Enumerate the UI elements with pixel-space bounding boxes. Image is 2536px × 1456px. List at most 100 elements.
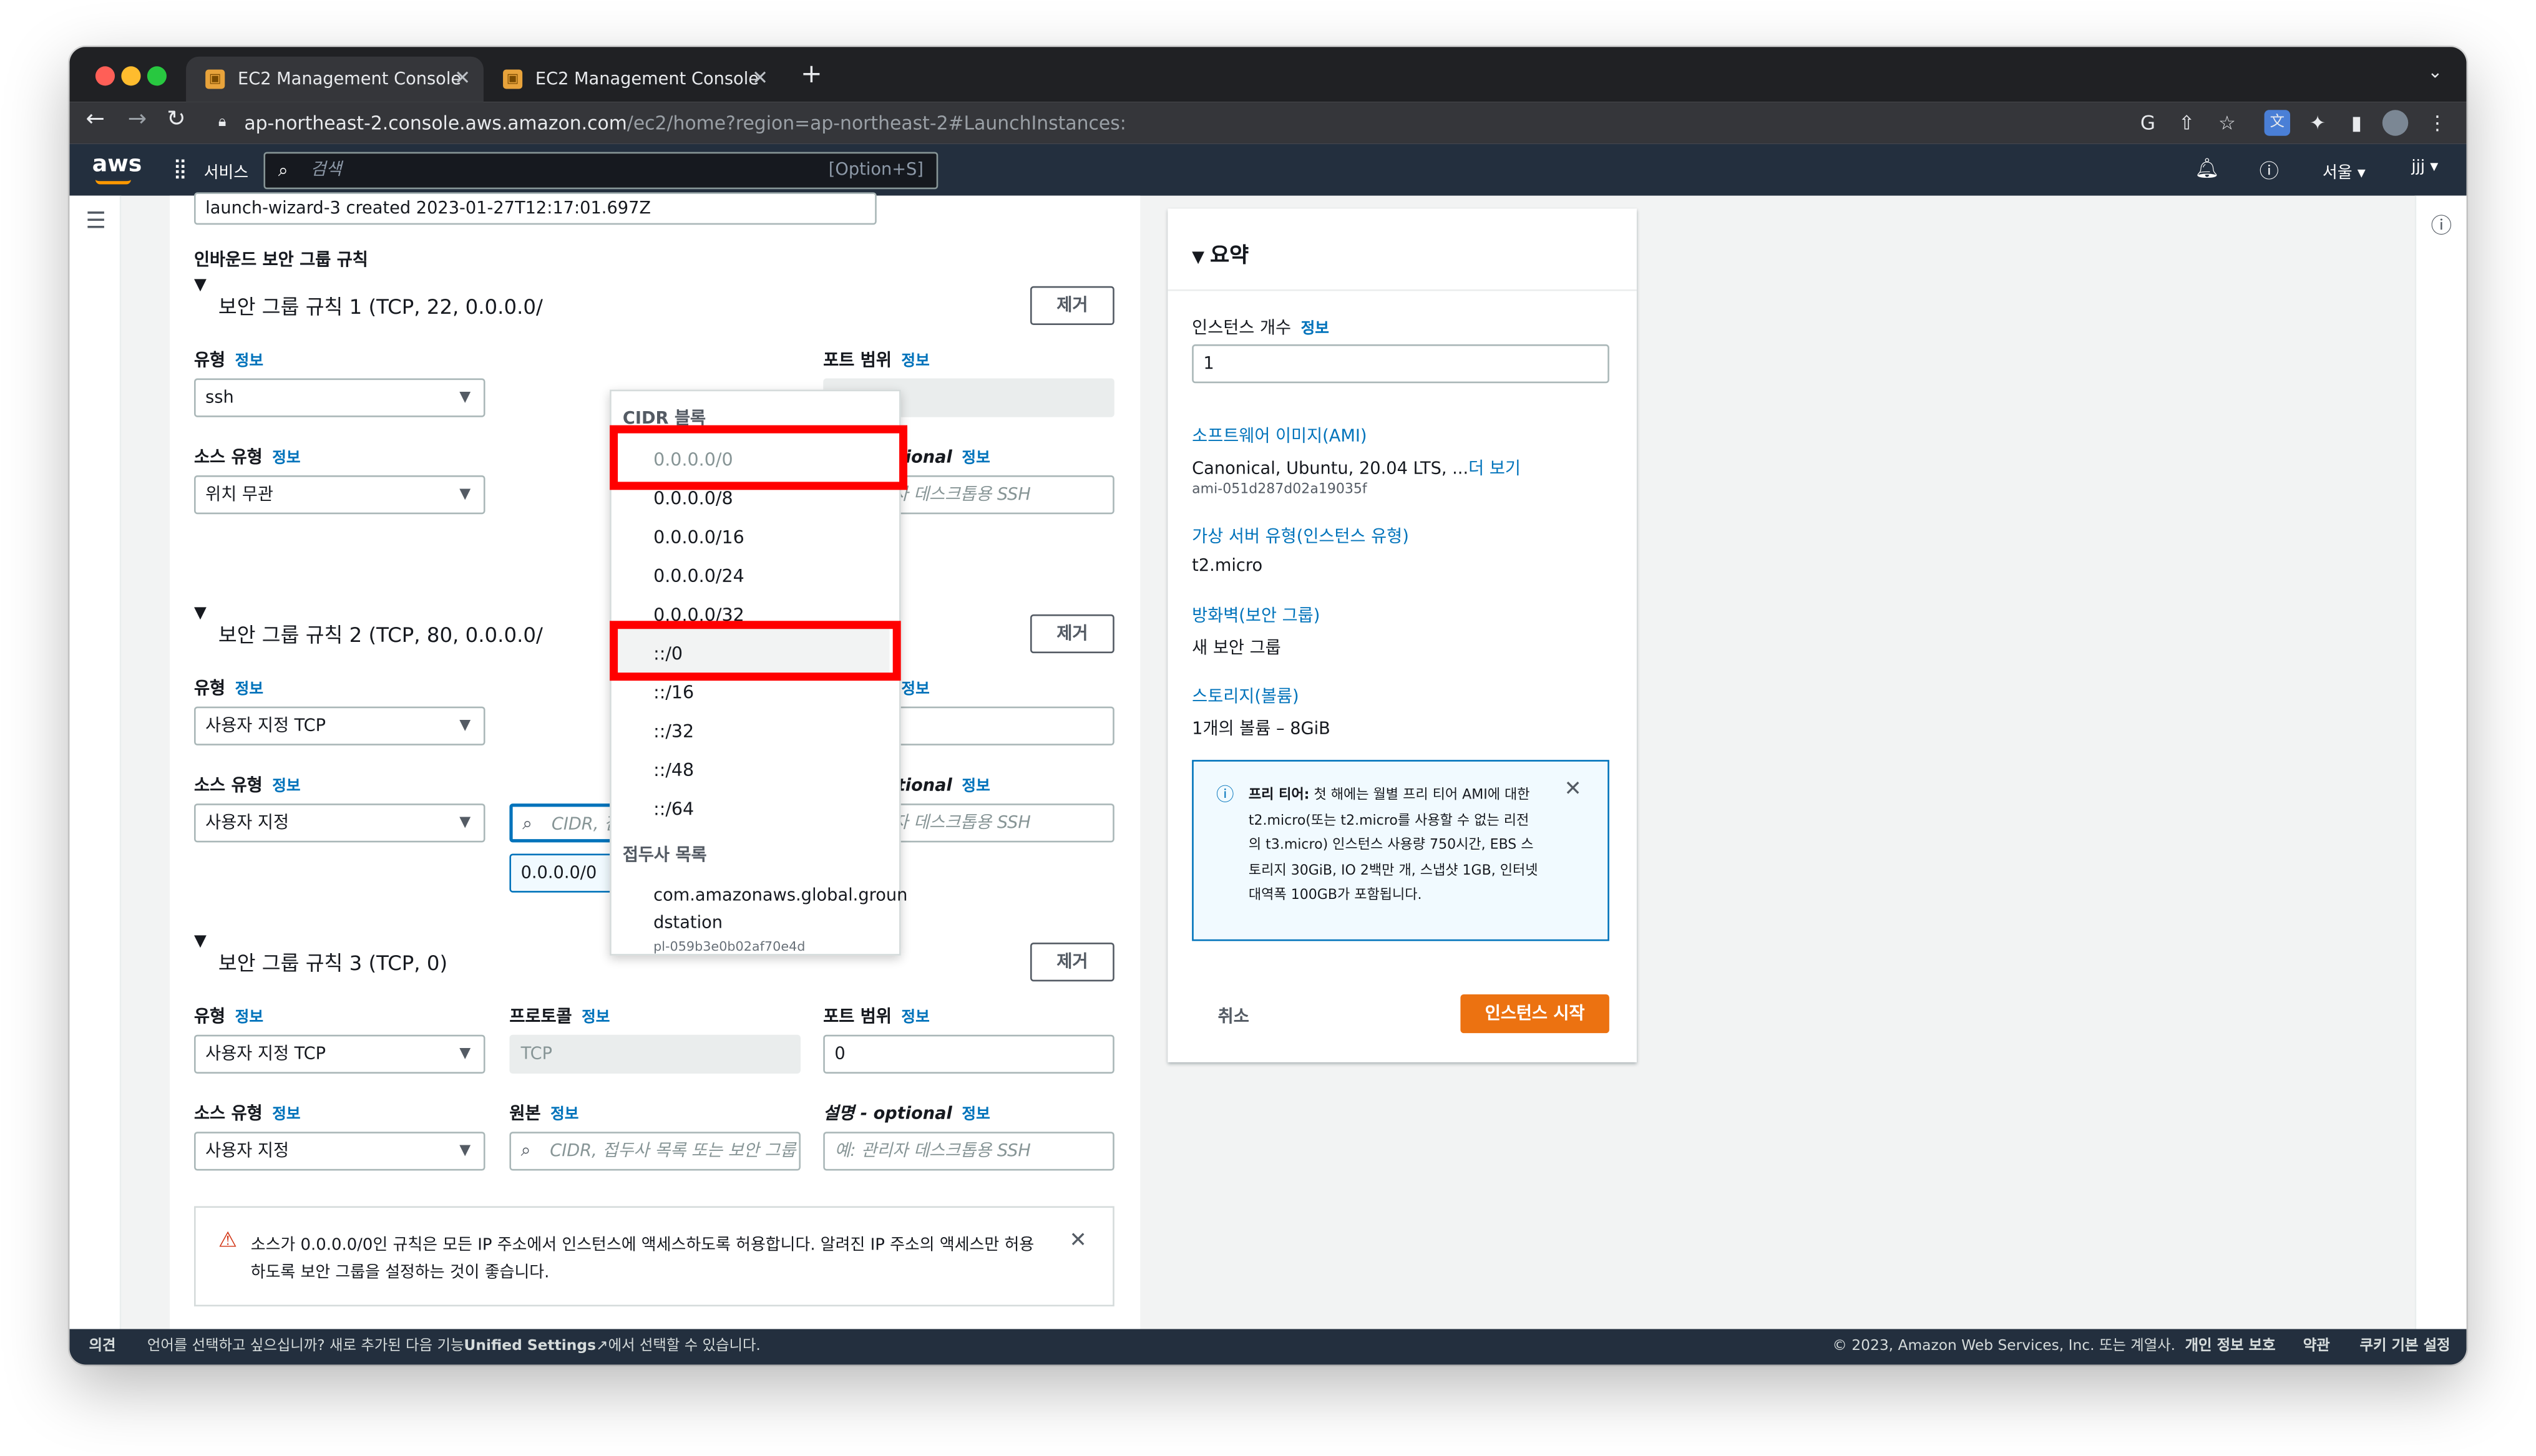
rule-3-source-input[interactable]: ⌕ CIDR, 접두사 목록 또는 보안 그룹 <box>509 1132 801 1171</box>
info-link[interactable]: 정보 <box>272 778 300 796</box>
bookmark-star-icon[interactable]: ☆ <box>2214 110 2240 135</box>
help-icon[interactable]: ⓘ <box>2260 157 2279 184</box>
browser-menu-icon[interactable]: ⋮ <box>2424 110 2450 135</box>
tab-search-chevron-icon[interactable]: ⌄ <box>2427 61 2442 82</box>
forward-arrow-icon[interactable]: → <box>128 107 147 132</box>
rule-3-source-type-select[interactable]: 사용자 지정 ▼ <box>194 1132 485 1171</box>
extensions-puzzle-icon[interactable]: ✦ <box>2304 110 2330 135</box>
info-link[interactable]: 정보 <box>235 681 263 699</box>
cookie-preferences-link[interactable]: 쿠키 기본 설정 <box>2359 1329 2450 1364</box>
unified-settings-link[interactable]: Unified Settings <box>464 1339 596 1355</box>
profile-avatar[interactable] <box>2382 110 2409 136</box>
close-window-button[interactable] <box>95 66 115 86</box>
collapse-caret-icon[interactable]: ▼ <box>194 604 207 623</box>
cidr-option[interactable]: ::/64 <box>653 798 694 820</box>
more-link[interactable]: 더 보기 <box>1468 459 1521 478</box>
rule-1-source-type-select[interactable]: 위치 무관 ▼ <box>194 475 485 515</box>
rule-3-port-input[interactable]: 0 <box>823 1034 1114 1074</box>
global-search-input[interactable]: ⌕ 검색 [Option+S] <box>263 152 939 190</box>
info-link[interactable]: 정보 <box>962 778 990 796</box>
info-link[interactable]: 정보 <box>235 352 263 371</box>
services-grid-icon[interactable]: ⣿ <box>173 157 187 179</box>
notifications-bell-icon[interactable]: 🔔︎ <box>2195 157 2219 179</box>
services-menu[interactable]: 서비스 <box>204 158 249 183</box>
cidr-option[interactable]: ::/16 <box>653 682 694 704</box>
google-g-icon[interactable]: G <box>2135 110 2160 135</box>
rule-3-description-input[interactable]: 예: 관리자 데스크톱용 SSH <box>823 1132 1114 1171</box>
privacy-link[interactable]: 개인 정보 보호 <box>2185 1329 2276 1364</box>
info-link[interactable]: 정보 <box>962 1106 990 1124</box>
rule-1-type-select[interactable]: ssh ▼ <box>194 378 485 417</box>
firewall-link[interactable]: 방화벽(보안 그룹) <box>1192 603 1320 628</box>
feedback-link[interactable]: 의견 <box>89 1329 116 1364</box>
close-tab-icon[interactable]: ✕ <box>752 66 768 89</box>
reload-icon[interactable]: ↻ <box>167 107 185 132</box>
translate-extension-icon[interactable]: 文 <box>2264 110 2291 136</box>
hamburger-menu-icon[interactable]: ☰ <box>85 208 106 234</box>
cancel-button[interactable]: 취소 <box>1218 1004 1249 1029</box>
rule-2-type-select[interactable]: 사용자 지정 TCP ▼ <box>194 706 485 745</box>
info-link[interactable]: 정보 <box>901 352 929 371</box>
rule-3-title: 보안 그룹 규칙 3 (TCP, 0) <box>218 950 448 975</box>
info-link[interactable]: 정보 <box>272 1106 300 1124</box>
search-icon: ⌕ <box>278 160 288 182</box>
dismiss-alert-icon[interactable]: ✕ <box>1564 778 1582 802</box>
info-panel-icon[interactable]: ⓘ <box>2431 208 2452 240</box>
cidr-option[interactable]: ::/48 <box>653 760 694 781</box>
share-icon[interactable]: ⇧ <box>2173 110 2199 135</box>
info-link[interactable]: 정보 <box>901 1009 929 1027</box>
dismiss-warning-icon[interactable]: ✕ <box>1069 1229 1086 1253</box>
close-tab-icon[interactable]: ✕ <box>454 66 471 89</box>
selected-value: 위치 무관 <box>205 485 273 505</box>
free-tier-line-3: 의 t3.micro) 인스턴스 사용량 750시간, EBS 스 <box>1248 837 1534 854</box>
instance-count-input[interactable]: 1 <box>1192 344 1609 384</box>
browser-tab[interactable]: ▣ EC2 Management Console ✕ <box>484 57 781 102</box>
instance-type-link[interactable]: 가상 서버 유형(인스턴스 유형) <box>1192 524 1409 548</box>
remove-rule-2-button[interactable]: 제거 <box>1030 614 1114 654</box>
info-link[interactable]: 정보 <box>901 681 929 699</box>
info-link[interactable]: 정보 <box>550 1106 578 1124</box>
source-type-label: 소스 유형 <box>194 1104 263 1124</box>
inbound-rules-heading: 인바운드 보안 그룹 규칙 <box>194 250 368 270</box>
back-arrow-icon[interactable]: ← <box>85 107 104 132</box>
rule-2-source-type-select[interactable]: 사용자 지정 ▼ <box>194 803 485 843</box>
aws-logo[interactable]: aws <box>92 152 142 178</box>
ami-link[interactable]: 소프트웨어 이미지(AMI) <box>1192 424 1367 448</box>
sg-description-input[interactable]: launch-wizard-3 created 2023-01-27T12:17… <box>194 192 877 225</box>
minimize-window-button[interactable] <box>121 66 141 86</box>
rule-3-type-select[interactable]: 사용자 지정 TCP ▼ <box>194 1034 485 1074</box>
selected-value: 사용자 지정 <box>205 1141 290 1161</box>
maximize-window-button[interactable] <box>147 66 167 86</box>
launch-instance-button[interactable]: 인스턴스 시작 <box>1460 994 1609 1034</box>
url-field[interactable]: 🔒︎ ap-northeast-2.console.aws.amazon.com… <box>212 107 2161 139</box>
prefix-list-option[interactable]: com.amazonaws.global.groun <box>653 886 907 905</box>
region-selector[interactable]: 서울 ▾ <box>2323 158 2366 183</box>
summary-header[interactable]: ▼ 요약 <box>1192 238 1249 268</box>
summary-panel: ▼ 요약 인스턴스 개수 정보 1 소프트웨어 이미지(AMI) Canonica… <box>1168 208 1637 1062</box>
info-link[interactable]: 정보 <box>582 1009 610 1027</box>
prefix-list-id: pl-059b3e0b02af70e4d <box>653 939 806 954</box>
browser-tab-active[interactable]: ▣ EC2 Management Console ✕ <box>186 56 484 102</box>
free-tier-title: 프리 티어: <box>1248 787 1310 804</box>
prefix-list-option-line-2[interactable]: dstation <box>653 913 723 933</box>
new-tab-button[interactable]: + <box>801 58 822 89</box>
cidr-option[interactable]: 0.0.0.0/16 <box>653 527 744 548</box>
remove-rule-1-button[interactable]: 제거 <box>1030 286 1114 325</box>
free-tier-line-5: 대역폭 100GB가 포함됩니다. <box>1248 887 1422 904</box>
account-menu[interactable]: jjj ▾ <box>2411 158 2438 177</box>
cidr-option[interactable]: 0.0.0.0/8 <box>653 488 733 510</box>
info-link[interactable]: 정보 <box>1301 320 1329 338</box>
collapse-caret-icon[interactable]: ▼ <box>194 933 207 951</box>
info-link[interactable]: 정보 <box>272 450 300 468</box>
terms-link[interactable]: 약관 <box>2303 1329 2330 1364</box>
token-label: 0.0.0.0/0 <box>520 863 597 883</box>
storage-link[interactable]: 스토리지(볼륨) <box>1192 684 1299 708</box>
cidr-option[interactable]: 0.0.0.0/24 <box>653 566 744 587</box>
warning-text-line-2: 하도록 보안 그룹을 설정하는 것이 좋습니다. <box>250 1264 550 1283</box>
collapse-caret-icon[interactable]: ▼ <box>194 276 207 294</box>
info-link[interactable]: 정보 <box>235 1009 263 1027</box>
remove-rule-3-button[interactable]: 제거 <box>1030 943 1114 982</box>
cidr-option[interactable]: ::/32 <box>653 721 694 742</box>
info-link[interactable]: 정보 <box>962 450 990 468</box>
side-panel-icon[interactable]: ▮ <box>2344 110 2369 135</box>
